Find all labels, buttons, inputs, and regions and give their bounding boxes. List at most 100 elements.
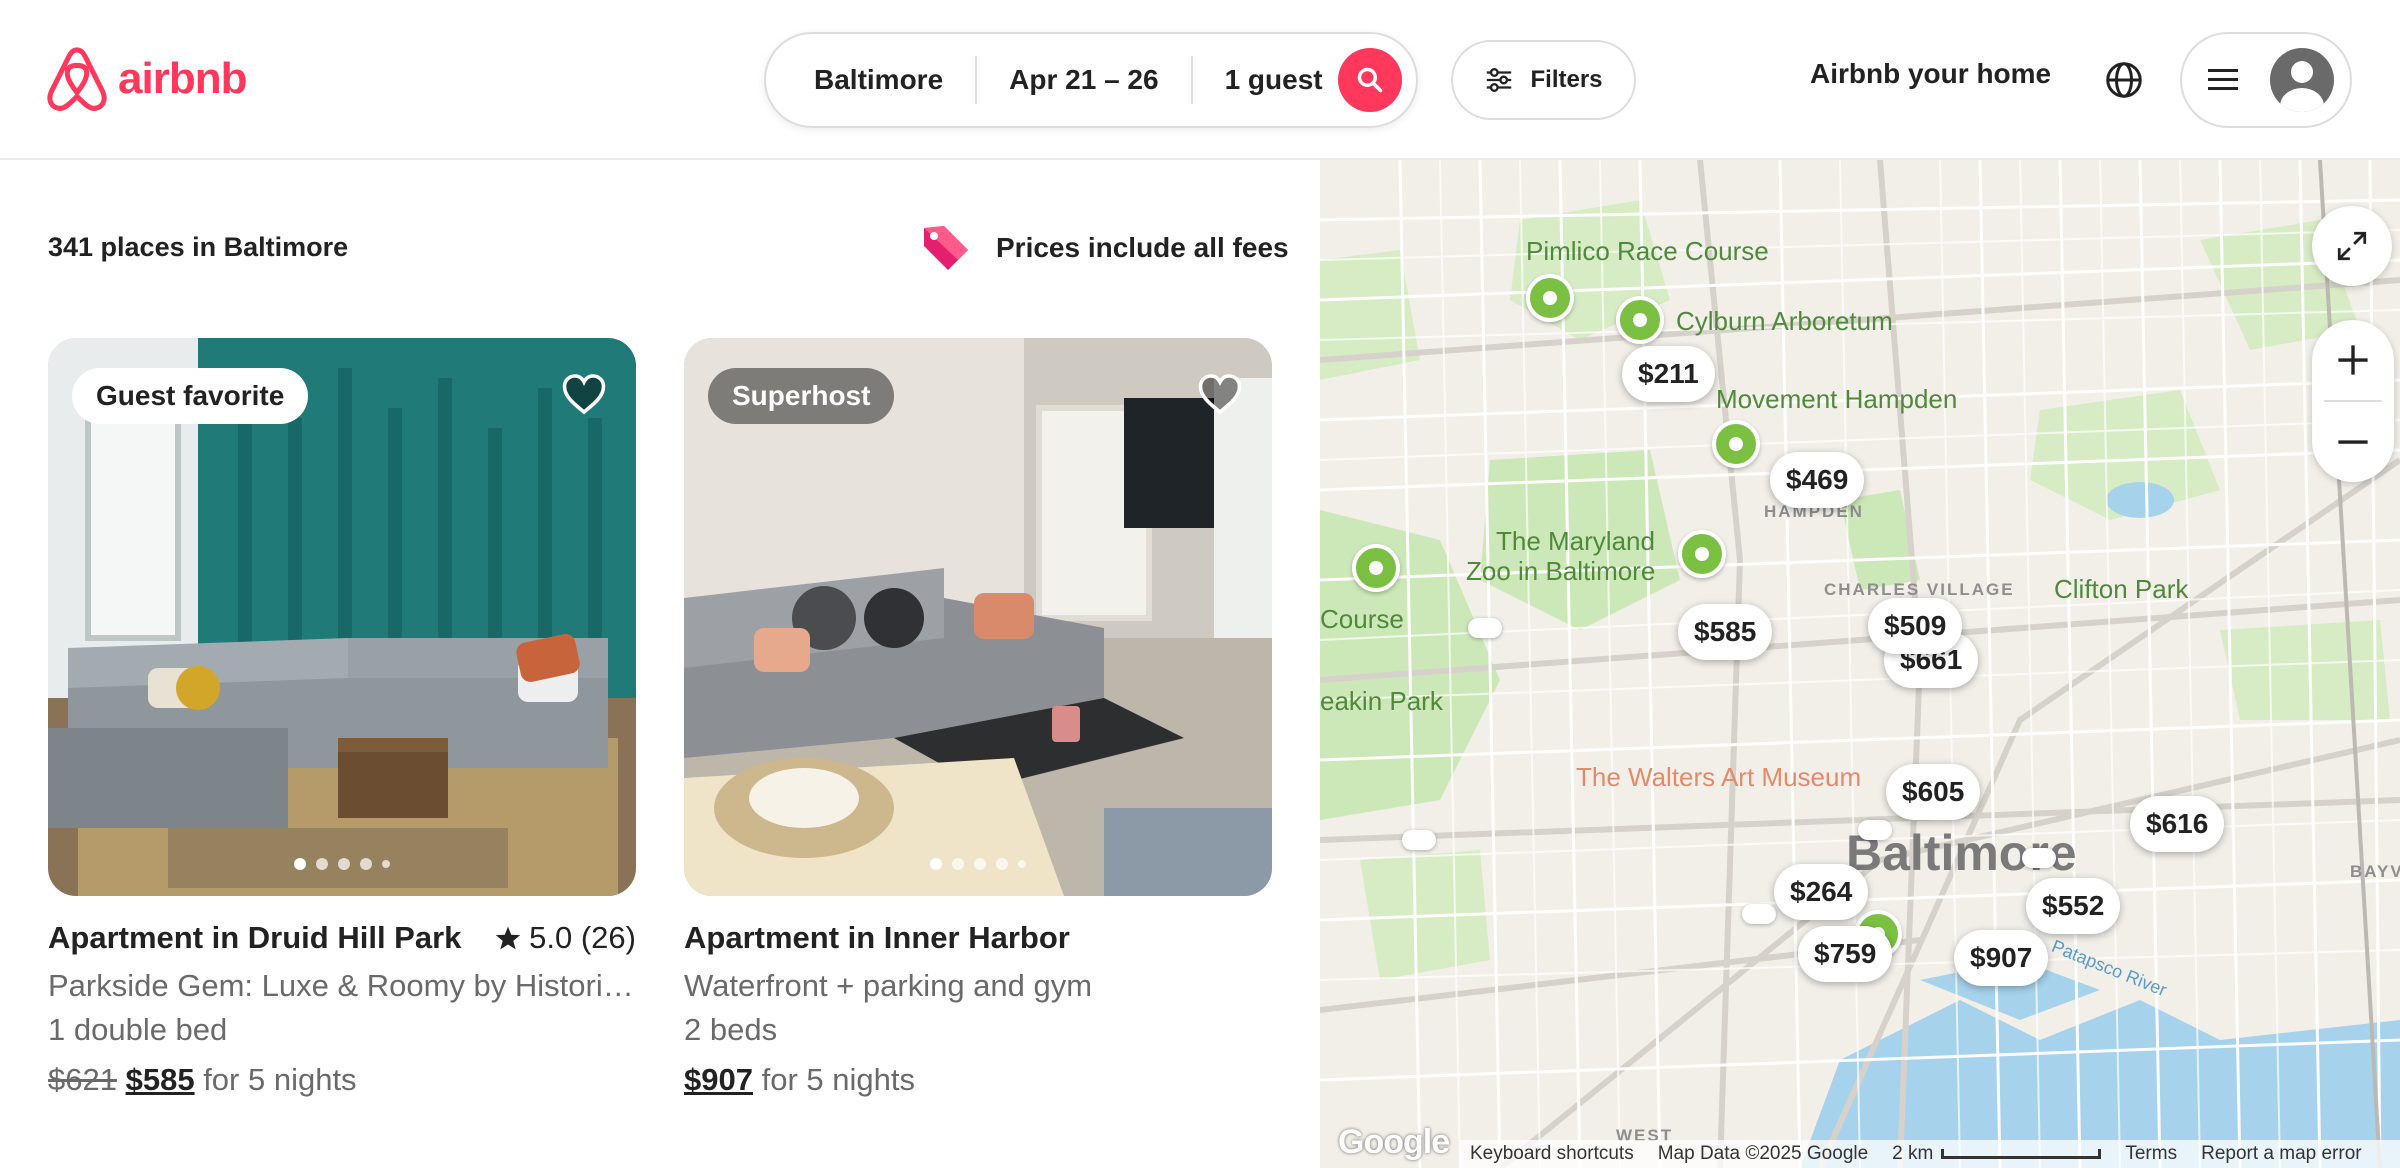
location-field[interactable]: Baltimore [814,64,943,96]
listing-subtitle: Waterfront + parking and gym [684,968,1093,1003]
zoom-controls [2312,320,2394,482]
zoom-in-button[interactable] [2312,320,2394,400]
rating-text: 5.0 (26) [529,920,636,955]
terms-link[interactable]: Terms [2125,1143,2177,1165]
zoom-out-button[interactable] [2312,402,2394,482]
results-count: 341 places in Baltimore [48,232,349,262]
carousel-dot [382,860,390,868]
poi-pin[interactable] [1678,530,1726,578]
map-price-marker[interactable]: $759 [1798,926,1893,982]
host-link[interactable]: Airbnb your home [1810,58,2051,90]
listing-badge: Guest favorite [72,368,309,424]
map-label-zoo: The Maryland [1496,526,1655,556]
listing-beds: 2 beds [684,1012,778,1047]
carousel-dot [952,858,964,870]
listing-card-2[interactable]: Superhost Apartment in Inner Harbor Wate… [684,338,1272,1098]
wishlist-heart-icon[interactable] [1196,370,1244,418]
google-logo: Google [1338,1123,1450,1161]
report-map-error-link[interactable]: Report a map error [2201,1143,2362,1165]
plus-icon [2338,345,2368,375]
filters-button[interactable]: Filters [1451,40,1636,120]
map-price-marker[interactable]: $552 [2026,878,2121,934]
scale-bar [1941,1149,2102,1159]
globe-icon[interactable] [2104,60,2144,100]
map-price-marker[interactable]: $264 [1774,864,1869,920]
minus-icon [2338,440,2368,444]
carousel-dot [996,858,1008,870]
top-header: airbnb Baltimore Apr 21 – 26 1 guest Fil… [0,0,2400,160]
map-price-marker[interactable]: $616 [2130,796,2225,852]
map-label-zoo: Zoo in Baltimore [1466,556,1656,586]
map-data-attribution: Map Data ©2025 Google [1657,1143,1869,1164]
listing-subtitle: Parkside Gem: Luxe & Roomy by Historic..… [48,968,636,1003]
poi-pin[interactable] [1526,274,1574,322]
airbnb-logo-icon [47,47,107,111]
avatar [2270,48,2334,112]
map-label-pimlico: Pimlico Race Course [1526,236,1769,266]
map-mini-marker[interactable] [1402,830,1436,850]
listing-price: $621 $585 for 5 nights [48,1062,636,1098]
fees-note-text: Prices include all fees [996,232,1289,263]
search-bar[interactable]: Baltimore Apr 21 – 26 1 guest [764,32,1418,128]
listing-card-1[interactable]: Guest favorite Apartment in Druid Hill P… [48,338,636,1098]
poi-pin[interactable] [1712,420,1760,468]
map-panel[interactable]: Pimlico Race Course Cylburn Arboretum Mo… [1320,160,2400,1168]
user-icon [2280,61,2324,112]
map-mini-marker[interactable] [2022,848,2056,868]
map-mini-marker[interactable] [1468,618,1502,638]
airbnb-wordmark: airbnb [118,54,247,103]
map-label-leakin-park: eakin Park [1320,686,1443,716]
map-mini-marker[interactable] [1742,904,1776,924]
carousel-dot [316,858,328,870]
dates-field[interactable]: Apr 21 – 26 [1009,64,1158,96]
hamburger-icon [2208,69,2238,90]
carousel-dot [338,858,350,870]
map-price-marker[interactable]: $585 [1678,604,1773,660]
photo-carousel-dots [684,858,1272,870]
listing-photo[interactable]: Superhost [684,338,1272,896]
map-price-marker[interactable]: $469 [1770,452,1865,508]
carousel-dot [930,858,942,870]
carousel-dot [360,858,372,870]
search-icon [1357,67,1383,93]
map-scale[interactable]: 2 km [1892,1143,2102,1165]
search-button[interactable] [1338,48,1402,112]
map-price-marker[interactable]: $605 [1886,764,1981,820]
map-label-bayview: BAYVIEW [2350,862,2400,881]
expand-map-button[interactable] [2312,206,2392,286]
map-price-marker[interactable]: $211 [1622,346,1715,402]
listing-photo[interactable]: Guest favorite [48,338,636,896]
map-label-charles-village: CHARLES VILLAGE [1824,580,2015,599]
profile-menu-button[interactable] [2180,32,2352,128]
map-label-course: Course [1320,604,1404,634]
guests-field[interactable]: 1 guest [1225,64,1323,96]
airbnb-logo[interactable]: airbnb [46,46,247,112]
poi-pin[interactable] [1352,544,1400,592]
filters-icon [1487,68,1512,92]
map-label-clifton-park: Clifton Park [2054,574,2189,604]
current-price[interactable]: $585 [126,1062,195,1097]
carousel-dot [974,858,986,870]
map-price-marker[interactable]: $509 [1868,598,1963,654]
map-mini-marker[interactable] [1858,820,1892,840]
map-footer: Keyboard shortcuts Map Data ©2025 Google… [1460,1140,2400,1168]
poi-pin[interactable] [1616,296,1664,344]
listing-title-row: Apartment in Druid Hill Park 5.0 (26) [48,920,636,956]
divider [1190,56,1193,104]
price-tag-icon [924,226,968,270]
carousel-dot [294,858,306,870]
map-label-walters: The Walters Art Museum [1576,762,1862,792]
price-suffix: for 5 nights [203,1062,357,1097]
listing-title: Apartment in Druid Hill Park [48,920,462,955]
scale-label: 2 km [1892,1143,1934,1164]
map-price-marker[interactable]: $907 [1954,930,2049,986]
photo-carousel-dots [48,858,636,870]
listing-badge: Superhost [708,368,895,424]
keyboard-shortcuts-link[interactable]: Keyboard shortcuts [1470,1143,1634,1165]
filters-label: Filters [1530,66,1603,93]
divider [975,56,978,104]
listing-title: Apartment in Inner Harbor [684,920,1070,955]
original-price: $621 [48,1062,117,1097]
wishlist-heart-icon[interactable] [560,370,608,418]
current-price[interactable]: $907 [684,1062,753,1097]
